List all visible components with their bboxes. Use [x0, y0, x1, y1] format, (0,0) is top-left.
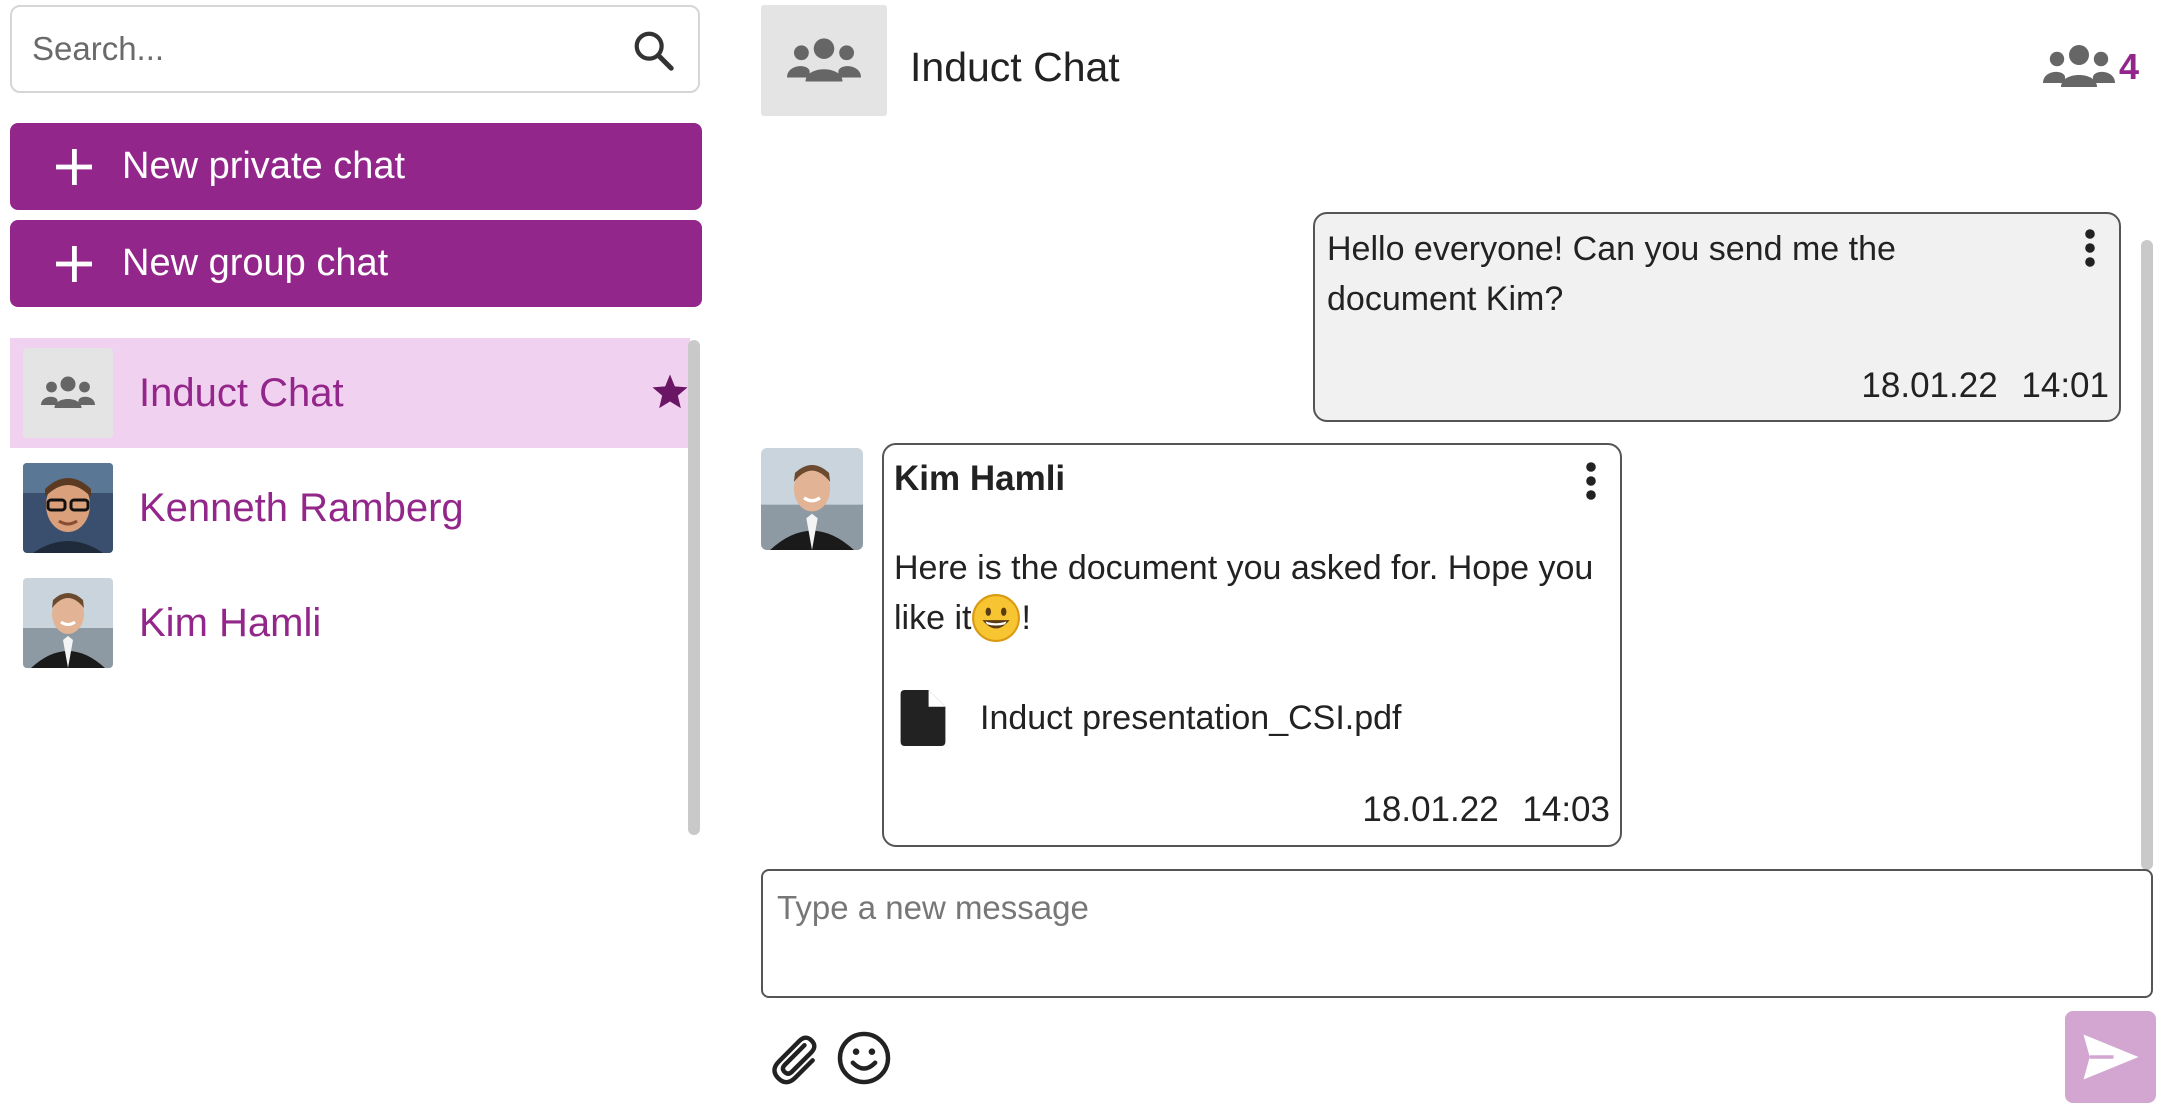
kebab-menu-icon[interactable] — [2083, 228, 2097, 268]
message-sender: Kim Hamli — [894, 459, 1066, 498]
message-time: 14:03 — [1522, 790, 1610, 829]
message-date: 18.01.22 — [1362, 790, 1499, 829]
message-date: 18.01.22 — [1861, 366, 1998, 405]
message-incoming: Kim Hamli Here is the document you asked… — [882, 443, 1622, 847]
message-text: Hello everyone! Can you send me the docu… — [1327, 230, 1896, 318]
message-outgoing: Hello everyone! Can you send me the docu… — [1313, 212, 2121, 422]
messages-scrollbar[interactable] — [2141, 240, 2153, 870]
avatar — [23, 578, 113, 668]
group-icon — [787, 37, 861, 82]
chat-header-avatar — [761, 5, 887, 116]
message-text: Here is the document you asked for. Hope… — [894, 543, 1614, 643]
member-count: 4 — [2118, 46, 2139, 87]
grinning-face-emoji-icon — [972, 594, 1021, 642]
message-input[interactable] — [763, 871, 2151, 996]
chat-item-kenneth-ramberg[interactable]: Kenneth Ramberg — [10, 453, 690, 563]
members-button[interactable]: 4 — [2042, 42, 2139, 92]
new-group-chat-button[interactable]: New group chat — [10, 220, 702, 307]
chat-item-name: Induct Chat — [139, 370, 344, 415]
sender-avatar — [761, 448, 863, 550]
file-attachment[interactable]: Induct presentation_CSI.pdf — [900, 690, 1402, 746]
group-icon — [41, 376, 95, 408]
plus-icon — [56, 148, 92, 185]
message-text-part: ! — [1021, 599, 1031, 637]
emoji-icon[interactable] — [836, 1030, 892, 1086]
new-private-chat-button[interactable]: New private chat — [10, 123, 702, 210]
sidebar-scrollbar[interactable] — [688, 340, 700, 835]
search-input[interactable] — [32, 7, 622, 91]
search-icon[interactable] — [630, 27, 676, 73]
message-timestamp: 18.01.22 14:03 — [1362, 790, 1610, 830]
chat-item-name: Kim Hamli — [139, 600, 322, 645]
chat-item-name: Kenneth Ramberg — [139, 485, 464, 530]
kebab-menu-icon[interactable] — [1584, 461, 1598, 501]
star-icon[interactable] — [650, 372, 690, 412]
message-timestamp: 18.01.22 14:01 — [1861, 366, 2109, 406]
file-icon — [900, 690, 946, 746]
message-composer — [761, 869, 2153, 998]
chat-title: Induct Chat — [910, 44, 1120, 90]
new-group-chat-label: New group chat — [122, 242, 389, 284]
paperclip-icon[interactable] — [766, 1030, 822, 1086]
send-icon — [2083, 1034, 2138, 1080]
new-private-chat-label: New private chat — [122, 145, 406, 187]
message-time: 14:01 — [2021, 366, 2109, 405]
chat-list: Induct Chat Kenneth Ramberg Kim Hamli — [10, 338, 690, 683]
search-box[interactable] — [10, 5, 700, 93]
group-avatar — [23, 348, 113, 438]
chat-item-induct-chat[interactable]: Induct Chat — [10, 338, 690, 448]
plus-icon — [56, 245, 92, 282]
chat-item-kim-hamli[interactable]: Kim Hamli — [10, 568, 690, 678]
avatar — [23, 463, 113, 553]
send-button[interactable] — [2065, 1011, 2156, 1103]
attachment-filename: Induct presentation_CSI.pdf — [980, 698, 1402, 737]
group-icon — [2042, 45, 2115, 87]
